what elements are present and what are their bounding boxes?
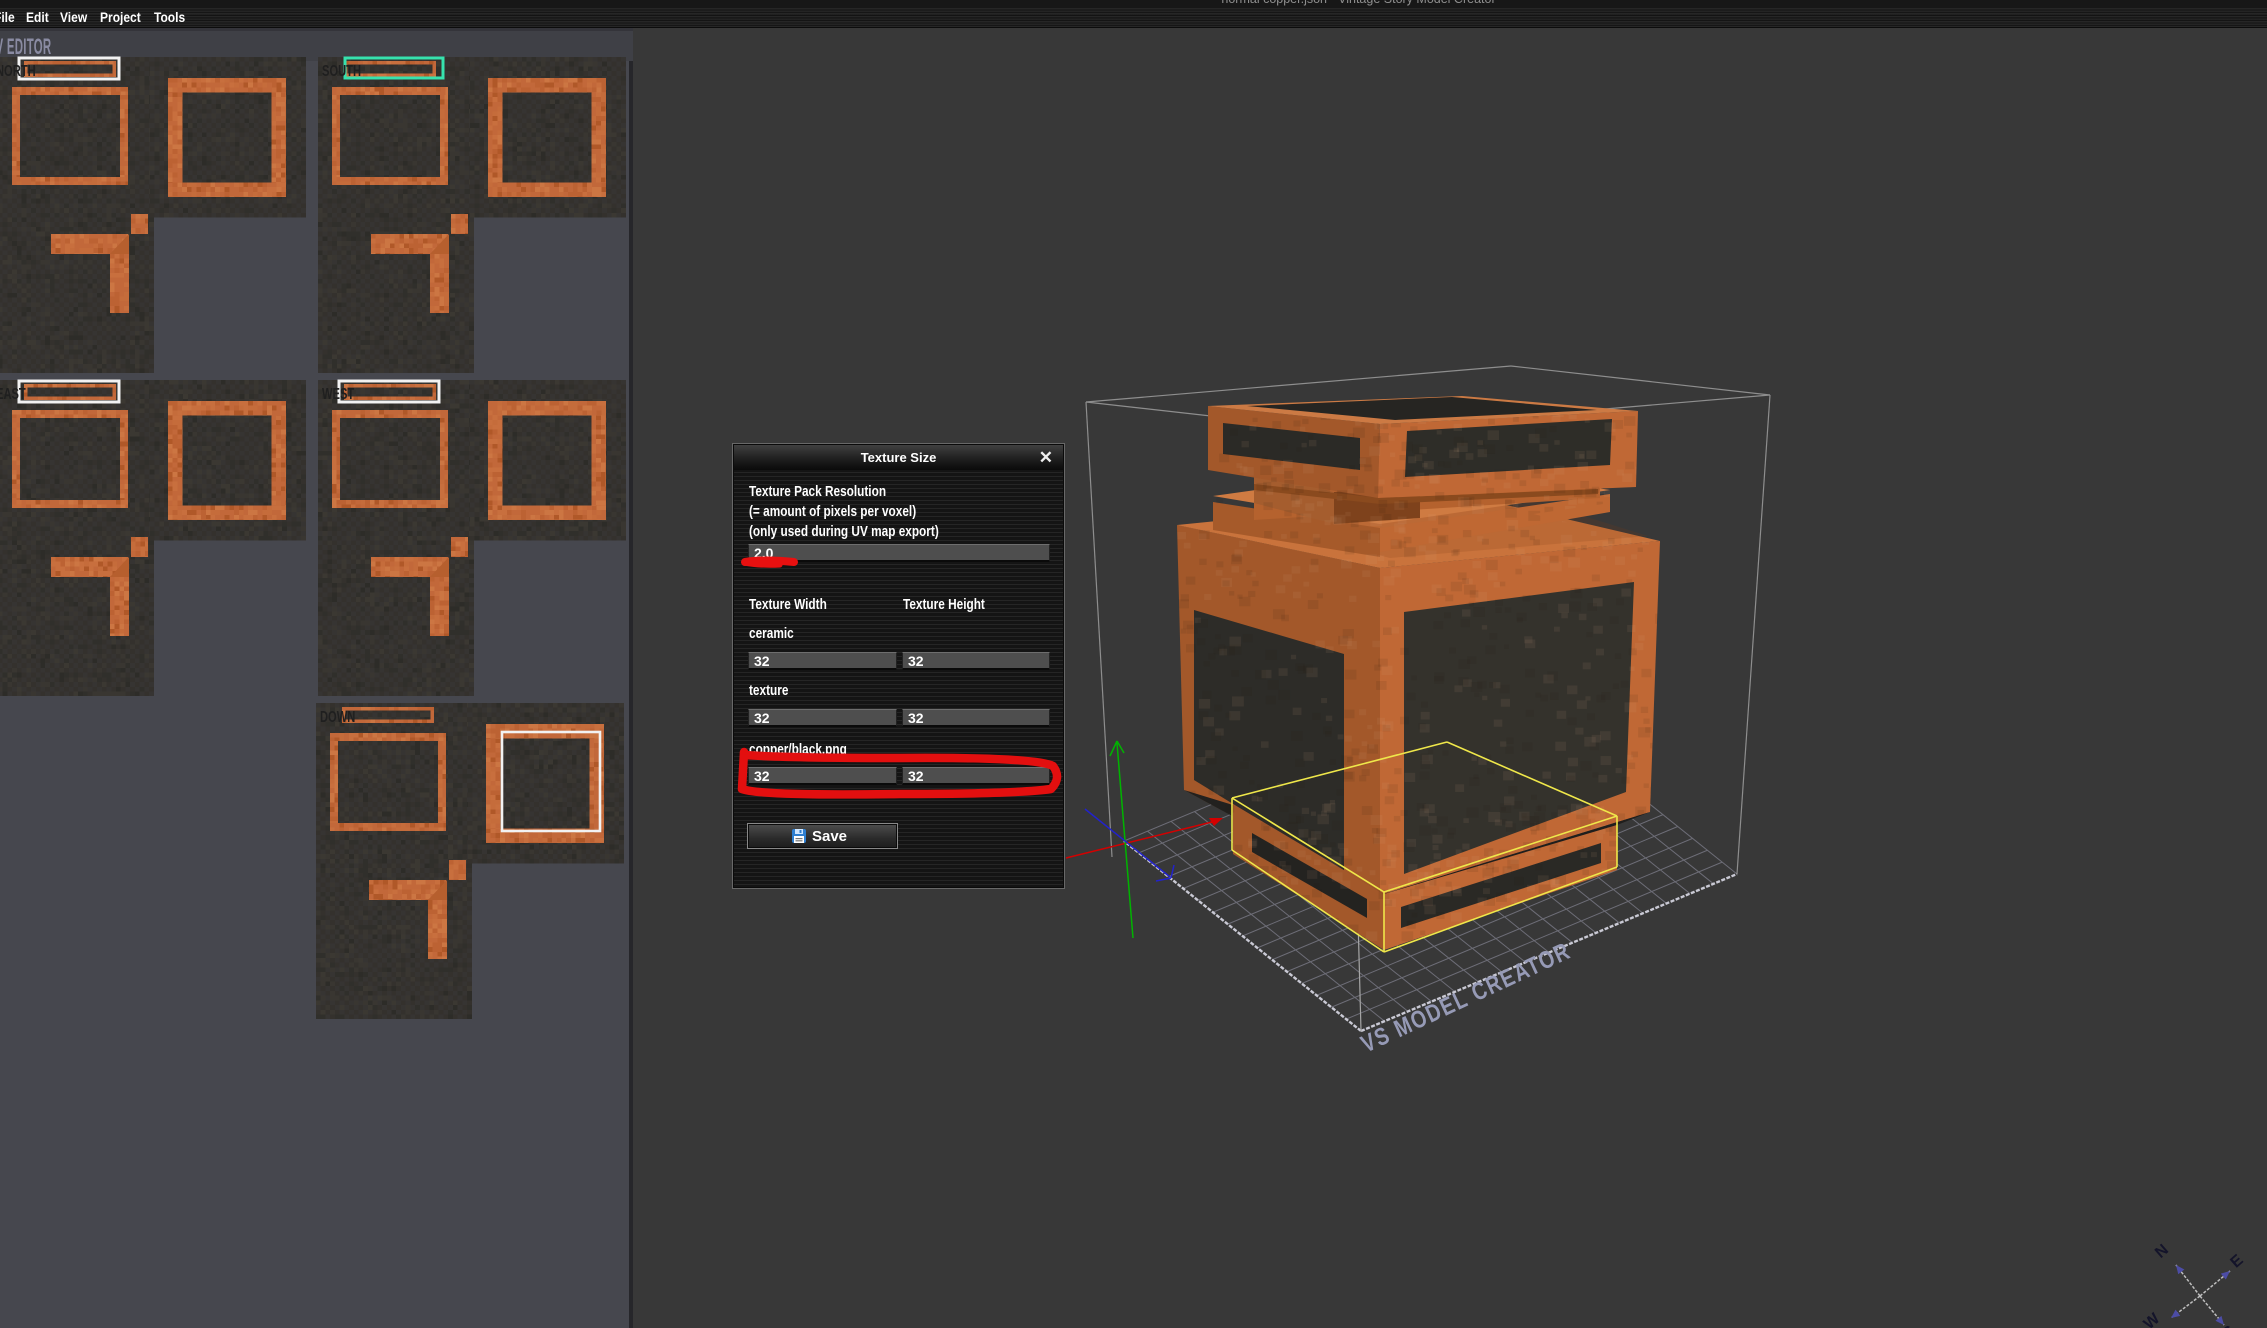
svg-text:SOUTH: SOUTH <box>322 62 361 79</box>
svg-text:NORTH: NORTH <box>0 62 36 79</box>
svg-text:WEST: WEST <box>322 385 355 402</box>
svg-text:EAST: EAST <box>0 385 26 402</box>
svg-text:DOWN: DOWN <box>320 708 355 725</box>
